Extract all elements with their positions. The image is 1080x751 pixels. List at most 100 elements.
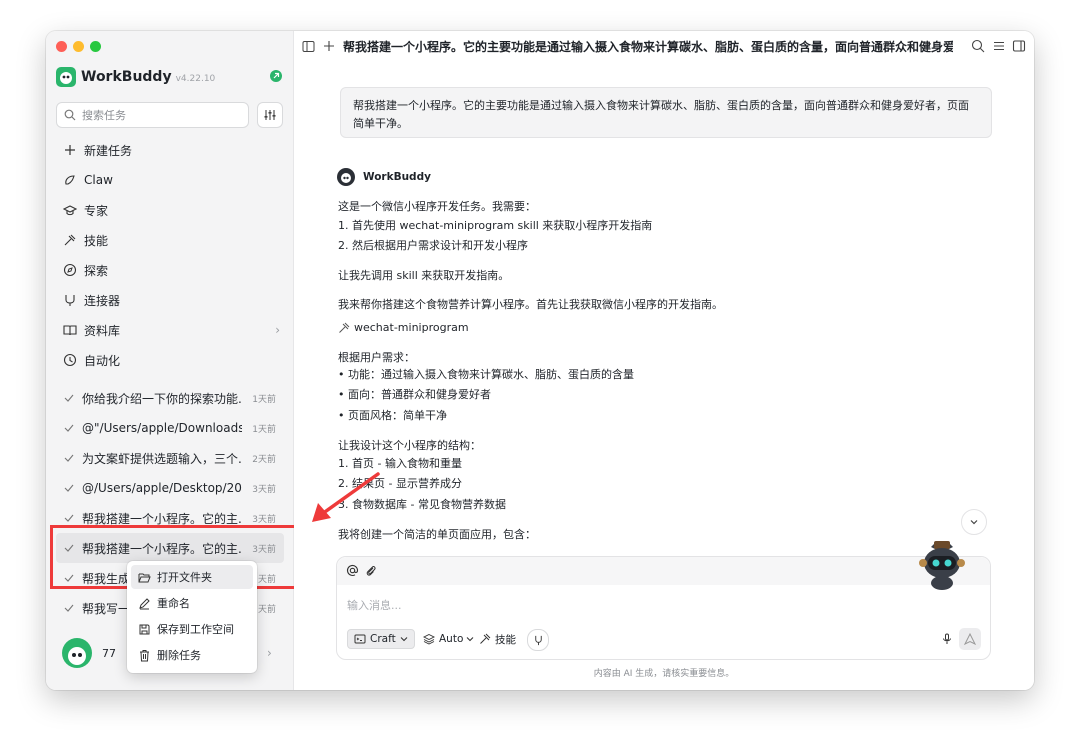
- task-item[interactable]: @"/Users/apple/Downloads/... 1天前: [56, 413, 284, 443]
- message-line: • 面向：普通群众和健身爱好者: [338, 388, 491, 401]
- conversation-title: 帮我搭建一个小程序。它的主要功能是通过输入摄入食物来计算碳水、脂肪、蛋白质的含量…: [343, 39, 953, 54]
- task-time: 天前: [257, 604, 276, 615]
- user-message: 帮我搭建一个小程序。它的主要功能是通过输入摄入食物来计算碳水、脂肪、蛋白质的含量…: [340, 87, 992, 138]
- message-line: 1. 首先使用 wechat-miniprogram skill 来获取小程序开…: [338, 219, 653, 232]
- send-button[interactable]: [959, 628, 981, 650]
- nav-library[interactable]: 资料库 ›: [56, 315, 284, 345]
- folder-open-icon: [137, 570, 151, 584]
- composer-toolbar: [337, 557, 990, 585]
- task-item[interactable]: 为文案虾提供选题输入，三个... 2天前: [56, 443, 284, 473]
- message-line: 我将创建一个简洁的单页面应用，包含：: [338, 528, 536, 541]
- nav-connectors[interactable]: 连接器: [56, 285, 284, 315]
- nav-label: 新建任务: [84, 143, 133, 158]
- close-window-button[interactable]: [56, 41, 67, 52]
- menu-delete-task[interactable]: 删除任务: [131, 643, 253, 667]
- search-placeholder: 搜索任务: [82, 109, 126, 122]
- user-profile[interactable]: 77: [62, 638, 116, 668]
- workbuddy-logo-icon: [56, 67, 76, 87]
- trash-icon: [137, 648, 151, 662]
- check-icon: [62, 601, 76, 615]
- connector-icon: [533, 635, 544, 646]
- search-icon[interactable]: [971, 39, 985, 53]
- message-line: 根据用户需求：: [338, 351, 415, 364]
- skills-button[interactable]: 技能: [479, 629, 516, 649]
- mode-selector[interactable]: Craft: [347, 629, 415, 649]
- new-tab-icon[interactable]: [323, 40, 335, 52]
- message-line: 让我先调用 skill 来获取开发指南。: [338, 269, 510, 282]
- nav-label: 技能: [84, 233, 109, 248]
- mention-icon[interactable]: [346, 564, 359, 577]
- app-window: WorkBuddy v4.22.10 搜索任务 新建任务 Claw 专家 技能 …: [46, 31, 1034, 690]
- filter-button[interactable]: [257, 102, 283, 128]
- nav-explore[interactable]: 探索: [56, 255, 284, 285]
- avatar: [62, 638, 92, 668]
- terminal-icon: [354, 633, 366, 645]
- sidebar-toggle-icon[interactable]: [302, 40, 315, 53]
- skills-label: 技能: [495, 633, 516, 646]
- minimize-window-button[interactable]: [73, 41, 84, 52]
- chevron-down-icon: [400, 635, 408, 643]
- message-input[interactable]: 输入消息...: [347, 597, 402, 613]
- maximize-window-button[interactable]: [90, 41, 101, 52]
- skill-icon: [479, 633, 491, 645]
- model-label: Auto: [439, 633, 464, 645]
- skill-call[interactable]: wechat-miniprogram: [338, 321, 469, 334]
- nav-skills[interactable]: 技能: [56, 225, 284, 255]
- menu-label: 重命名: [157, 597, 190, 610]
- check-icon: [62, 481, 76, 495]
- task-title: 帮我搭建一个小程序。它的主...: [82, 511, 242, 526]
- nav-expert[interactable]: 专家: [56, 195, 284, 225]
- message-line: • 页面风格：简单干净: [338, 409, 447, 422]
- panel-toggle-icon[interactable]: [1012, 39, 1026, 53]
- nav-label: 资料库: [84, 323, 121, 338]
- check-icon: [62, 451, 76, 465]
- nav-new-task[interactable]: 新建任务: [56, 135, 284, 165]
- message-line: • 功能：通过输入摄入食物来计算碳水、脂肪、蛋白质的含量: [338, 368, 634, 381]
- task-time: 1天前: [252, 394, 276, 405]
- agent-name: WorkBuddy: [363, 171, 431, 183]
- connector-button[interactable]: [527, 629, 549, 651]
- model-selector[interactable]: Auto: [423, 629, 474, 649]
- check-icon: [62, 511, 76, 525]
- menu-icon[interactable]: [992, 39, 1006, 53]
- nav-claw[interactable]: Claw: [56, 165, 284, 195]
- workbuddy-avatar-icon: [337, 168, 355, 186]
- brand: WorkBuddy v4.22.10: [56, 67, 215, 87]
- chevron-down-icon: [466, 635, 474, 643]
- message-line: 让我设计这个小程序的结构：: [338, 439, 481, 452]
- microphone-icon[interactable]: [941, 633, 953, 645]
- task-time: 3天前: [252, 484, 276, 495]
- menu-open-folder[interactable]: 打开文件夹: [131, 565, 253, 589]
- search-icon: [64, 109, 76, 121]
- pencil-icon: [137, 596, 151, 610]
- expert-icon: [62, 202, 78, 218]
- attachment-icon[interactable]: [364, 564, 377, 577]
- search-input[interactable]: 搜索任务: [56, 102, 249, 128]
- scroll-down-button[interactable]: [961, 509, 987, 535]
- link-status-icon[interactable]: [270, 70, 282, 82]
- menu-save-workspace[interactable]: 保存到工作空间: [131, 617, 253, 641]
- chevron-right-icon: ›: [275, 323, 280, 337]
- nav-label: 专家: [84, 203, 109, 218]
- agent-header: WorkBuddy: [337, 168, 431, 186]
- nav-label: 探索: [84, 263, 109, 278]
- main-panel: 帮我搭建一个小程序。它的主要功能是通过输入摄入食物来计算碳水、脂肪、蛋白质的含量…: [294, 31, 1034, 690]
- task-item[interactable]: 你给我介绍一下你的探索功能... 1天前: [56, 383, 284, 413]
- claw-icon: [62, 172, 78, 188]
- task-item[interactable]: @/Users/apple/Desktop/202... 3天前: [56, 473, 284, 503]
- compass-icon: [62, 262, 78, 278]
- mascot-icon: [917, 539, 967, 591]
- mode-label: Craft: [370, 633, 396, 645]
- menu-rename[interactable]: 重命名: [131, 591, 253, 615]
- chevron-down-icon: [969, 517, 979, 527]
- layers-icon: [423, 633, 435, 645]
- check-icon: [62, 391, 76, 405]
- message-line: 2. 然后根据用户需求设计和开发小程序: [338, 239, 528, 252]
- top-bar: 帮我搭建一个小程序。它的主要功能是通过输入摄入食物来计算碳水、脂肪、蛋白质的含量…: [294, 31, 1034, 61]
- message-line: 我来帮你搭建这个食物营养计算小程序。首先让我获取微信小程序的开发指南。: [338, 298, 723, 311]
- book-icon: [62, 322, 78, 338]
- task-time: 2天前: [252, 454, 276, 465]
- check-icon: [62, 421, 76, 435]
- nav-automation[interactable]: 自动化: [56, 345, 284, 375]
- sidebar-nav: 新建任务 Claw 专家 技能 探索 连接器 资料库 › 自动化: [56, 135, 284, 375]
